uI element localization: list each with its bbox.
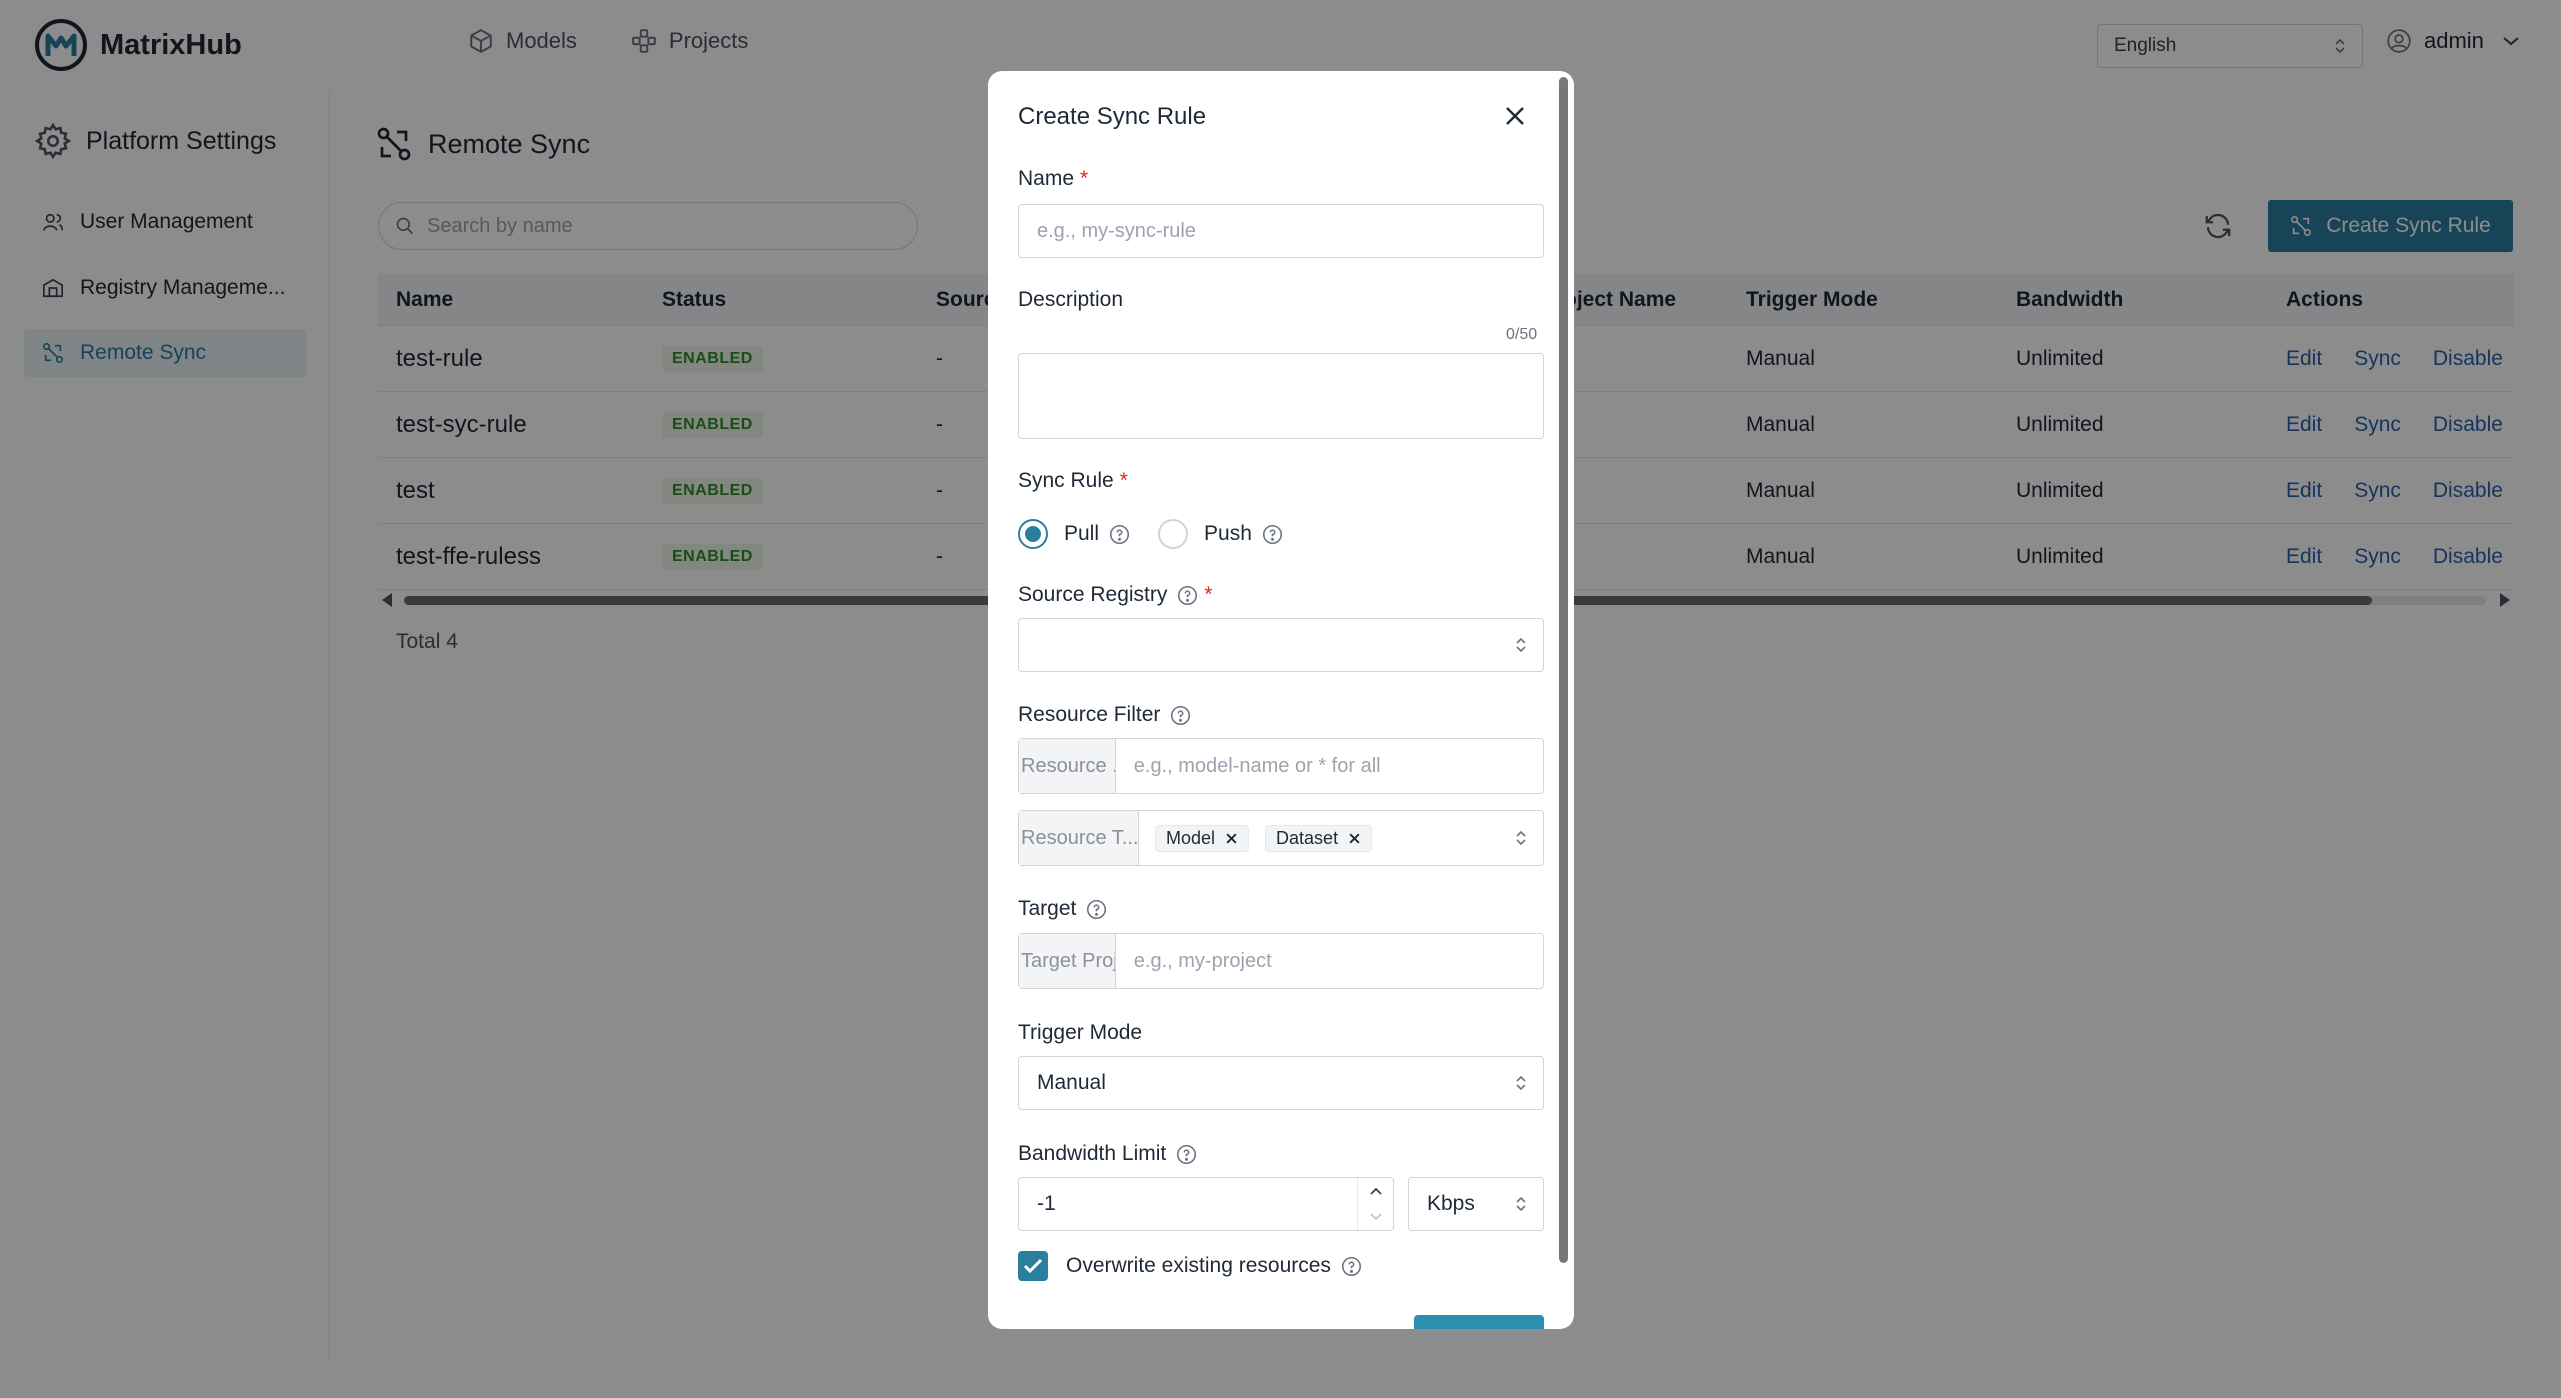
name-input[interactable] xyxy=(1019,219,1543,243)
bandwidth-unit-select[interactable]: Kbps xyxy=(1408,1177,1544,1231)
create-sync-rule-dialog: Create Sync Rule Name * Description 0/50… xyxy=(988,71,1574,1329)
target-project-addon: Target Proj... xyxy=(1019,934,1116,988)
tag-label: Dataset xyxy=(1276,827,1339,848)
pull-option[interactable]: Pull xyxy=(1064,522,1130,546)
pull-radio[interactable] xyxy=(1018,519,1048,549)
source-registry-label: Source Registry * xyxy=(1018,583,1213,607)
description-counter: 0/50 xyxy=(1506,326,1538,343)
bandwidth-limit-label-text: Bandwidth Limit xyxy=(1018,1142,1167,1165)
remove-tag-icon[interactable] xyxy=(1225,832,1238,845)
sync-rule-radio-group: Pull Push xyxy=(1018,519,1311,549)
resource-filter-label: Resource Filter xyxy=(1018,703,1191,727)
submit-button-partial[interactable] xyxy=(1414,1315,1544,1329)
required-mark: * xyxy=(1204,583,1213,606)
help-icon[interactable] xyxy=(1176,1144,1197,1165)
required-mark: * xyxy=(1080,167,1089,190)
help-icon[interactable] xyxy=(1109,524,1130,545)
help-icon[interactable] xyxy=(1177,585,1198,606)
sync-rule-label: Sync Rule * xyxy=(1018,469,1128,493)
bandwidth-input[interactable]: -1 xyxy=(1019,1192,1056,1216)
resource-filter-label-text: Resource Filter xyxy=(1018,703,1161,726)
help-icon[interactable] xyxy=(1170,705,1191,726)
remove-tag-icon[interactable] xyxy=(1348,832,1361,845)
name-field xyxy=(1018,204,1544,258)
source-registry-label-text: Source Registry xyxy=(1018,583,1168,606)
trigger-mode-label: Trigger Mode xyxy=(1018,1021,1143,1044)
pull-label: Pull xyxy=(1064,522,1100,545)
target-project-input[interactable] xyxy=(1115,949,1543,973)
name-label: Name * xyxy=(1018,167,1088,191)
resource-type-addon: Resource T... xyxy=(1019,811,1139,865)
target-label-text: Target xyxy=(1018,897,1077,920)
source-registry-select[interactable] xyxy=(1018,618,1544,672)
overwrite-checkbox[interactable] xyxy=(1018,1251,1048,1281)
updown-chevron-icon xyxy=(1516,637,1526,653)
push-option[interactable]: Push xyxy=(1204,522,1283,546)
dialog-title: Create Sync Rule xyxy=(1018,103,1207,130)
required-mark: * xyxy=(1119,469,1128,492)
radio-dot xyxy=(1025,526,1041,542)
increment-icon[interactable] xyxy=(1369,1186,1383,1196)
push-radio[interactable] xyxy=(1158,519,1189,549)
sync-rule-label-text: Sync Rule xyxy=(1018,469,1114,492)
checkmark-icon xyxy=(1023,1258,1043,1274)
overwrite-label: Overwrite existing resources xyxy=(1066,1254,1331,1277)
trigger-mode-select[interactable]: Manual xyxy=(1018,1056,1544,1110)
resource-type-tag-dataset: Dataset xyxy=(1265,824,1373,852)
decrement-icon[interactable] xyxy=(1369,1212,1383,1222)
description-textarea[interactable] xyxy=(1018,353,1544,439)
target-project-field: Target Proj... xyxy=(1018,933,1544,989)
description-label: Description xyxy=(1018,288,1124,311)
trigger-mode-value: Manual xyxy=(1037,1071,1106,1094)
bandwidth-field: -1 xyxy=(1018,1177,1394,1231)
updown-chevron-icon xyxy=(1516,1196,1526,1212)
help-icon[interactable] xyxy=(1086,899,1107,920)
close-button[interactable] xyxy=(1500,101,1530,131)
dialog-scrollbar[interactable] xyxy=(1559,77,1568,1263)
tag-label: Model xyxy=(1166,827,1216,848)
name-label-text: Name xyxy=(1018,167,1075,190)
help-icon[interactable] xyxy=(1262,524,1283,545)
updown-chevron-icon xyxy=(1516,830,1526,846)
close-icon xyxy=(1506,107,1524,125)
overwrite-option[interactable]: Overwrite existing resources xyxy=(1018,1251,1362,1281)
resource-name-field: Resource ... xyxy=(1018,738,1544,794)
resource-name-input[interactable] xyxy=(1115,754,1543,778)
help-icon[interactable] xyxy=(1341,1256,1362,1277)
target-label: Target xyxy=(1018,897,1107,921)
bandwidth-stepper xyxy=(1357,1178,1393,1230)
resource-type-select[interactable]: Resource T... Model Dataset xyxy=(1018,810,1544,866)
resource-name-addon: Resource ... xyxy=(1019,739,1116,793)
resource-type-tag-model: Model xyxy=(1155,824,1250,852)
updown-chevron-icon xyxy=(1516,1075,1526,1091)
bandwidth-unit-value: Kbps xyxy=(1427,1192,1475,1215)
bandwidth-limit-label: Bandwidth Limit xyxy=(1018,1142,1197,1166)
push-label: Push xyxy=(1204,522,1252,545)
